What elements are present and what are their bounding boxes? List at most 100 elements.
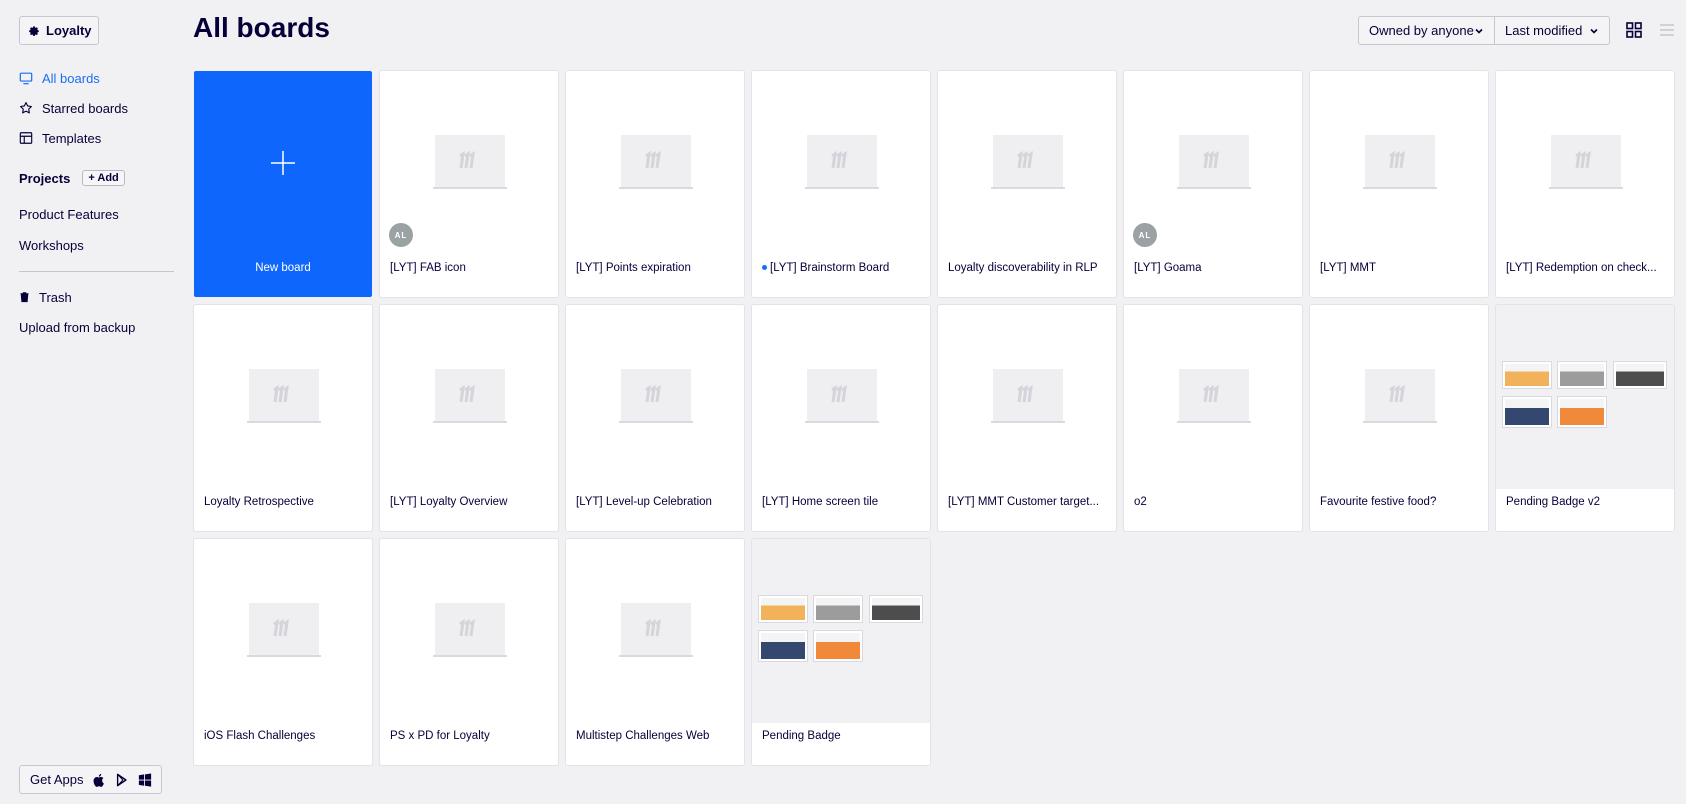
board-placeholder-icon <box>991 135 1065 189</box>
nav-templates[interactable]: Templates <box>19 123 128 153</box>
project-item[interactable]: Workshops <box>19 230 119 261</box>
board-title: [LYT] Brainstorm Board <box>762 262 920 274</box>
board-thumbnail <box>752 305 930 489</box>
preview-frame <box>1557 396 1607 428</box>
board-placeholder-icon <box>805 369 879 423</box>
board-thumbnail <box>380 539 558 723</box>
board-card[interactable]: [LYT] Points expiration <box>566 71 744 297</box>
avatar: AL <box>1133 223 1157 247</box>
preview-frame <box>1502 361 1552 389</box>
sidebar-divider <box>19 271 174 272</box>
board-title: [LYT] Loyalty Overview <box>390 496 548 508</box>
board-placeholder-icon <box>619 135 693 189</box>
preview-frame <box>813 630 863 662</box>
board-thumbnail <box>938 71 1116 255</box>
board-card[interactable]: Favourite festive food? <box>1310 305 1488 531</box>
board-title: Pending Badge v2 <box>1506 496 1664 508</box>
new-board-button[interactable]: New board <box>194 71 372 297</box>
board-card[interactable]: iOS Flash Challenges <box>194 539 372 765</box>
board-placeholder-icon <box>619 369 693 423</box>
board-placeholder-icon <box>1363 369 1437 423</box>
board-placeholder-icon <box>247 369 321 423</box>
preview-frame <box>813 595 863 623</box>
board-card[interactable]: [LYT] Brainstorm Board <box>752 71 930 297</box>
board-title: Multistep Challenges Web <box>576 730 734 742</box>
board-thumbnail <box>566 539 744 723</box>
board-title-text: [LYT] Loyalty Overview <box>390 496 508 508</box>
board-thumbnail <box>1310 71 1488 255</box>
project-item[interactable]: Product Features <box>19 199 119 230</box>
board-title: [LYT] Home screen tile <box>762 496 920 508</box>
board-thumbnail <box>380 305 558 489</box>
board-title-text: [LYT] Goama <box>1134 262 1202 274</box>
board-card[interactable]: [LYT] MMT Customer target... <box>938 305 1116 531</box>
nav-label: All boards <box>42 70 100 86</box>
board-placeholder-icon <box>1177 369 1251 423</box>
board-title: iOS Flash Challenges <box>204 730 362 742</box>
trash-icon <box>20 292 29 303</box>
board-title-text: o2 <box>1134 496 1147 508</box>
main-nav: All boards Starred boards Templates <box>19 63 128 153</box>
secondary-nav: Trash Upload from backup <box>19 282 135 342</box>
board-card[interactable]: [LYT] MMT <box>1310 71 1488 297</box>
board-title-text: Pending Badge v2 <box>1506 496 1600 508</box>
board-title: Favourite festive food? <box>1320 496 1478 508</box>
board-card[interactable]: Loyalty Retrospective <box>194 305 372 531</box>
board-title: Loyalty Retrospective <box>204 496 362 508</box>
board-card[interactable]: Multistep Challenges Web <box>566 539 744 765</box>
board-title-text: [LYT] MMT Customer target... <box>948 496 1100 508</box>
projects-label: Projects <box>19 170 71 186</box>
board-card[interactable]: PS x PD for Loyalty <box>380 539 558 765</box>
apple-icon <box>94 773 105 787</box>
nav-trash[interactable]: Trash <box>19 282 135 312</box>
board-title: Loyalty discoverability in RLP <box>948 262 1106 274</box>
board-title: [LYT] FAB icon <box>390 262 548 274</box>
board-card[interactable]: Pending Badge v2 <box>1496 305 1674 531</box>
board-card[interactable]: [LYT] Level-up Celebration <box>566 305 744 531</box>
sort-value: Last modified <box>1505 23 1583 38</box>
nav-starred-boards[interactable]: Starred boards <box>19 93 128 123</box>
team-switcher-button[interactable]: Loyalty <box>19 16 99 45</box>
board-card[interactable]: AL [LYT] Goama <box>1124 71 1302 297</box>
board-title-text: [LYT] Level-up Celebration <box>576 496 712 508</box>
board-placeholder-icon <box>805 135 879 189</box>
nav-label: Trash <box>39 289 72 305</box>
board-thumbnail <box>938 305 1116 489</box>
list-view-icon[interactable] <box>1659 22 1675 38</box>
board-card[interactable]: [LYT] Loyalty Overview <box>380 305 558 531</box>
board-card[interactable]: o2 <box>1124 305 1302 531</box>
board-title-text: New board <box>255 262 311 274</box>
board-title-text: [LYT] Redemption on check... <box>1506 262 1657 274</box>
owner-filter-dropdown[interactable]: Owned by anyone <box>1358 16 1495 45</box>
board-card[interactable]: [LYT] Home screen tile <box>752 305 930 531</box>
nav-all-boards[interactable]: All boards <box>19 63 128 93</box>
preview-frame <box>1557 361 1607 389</box>
board-placeholder-icon <box>619 603 693 657</box>
get-apps-label: Get Apps <box>30 772 84 787</box>
board-title: [LYT] MMT <box>1320 262 1478 274</box>
board-title-text: [LYT] MMT <box>1320 262 1377 274</box>
board-card[interactable]: Loyalty discoverability in RLP <box>938 71 1116 297</box>
nav-upload-backup[interactable]: Upload from backup <box>19 312 135 342</box>
nav-label: Upload from backup <box>19 319 136 335</box>
windows-icon <box>139 772 152 787</box>
grid-view-icon[interactable] <box>1626 22 1642 38</box>
preview-frame <box>1502 396 1552 428</box>
board-placeholder-icon <box>433 603 507 657</box>
avatar: AL <box>389 223 413 247</box>
board-card[interactable]: AL [LYT] FAB icon <box>380 71 558 297</box>
get-apps-button[interactable]: Get Apps <box>19 765 162 794</box>
board-grid: New board AL [LYT] FAB icon [LYT] Points ex… <box>194 71 1674 765</box>
board-title: [LYT] Points expiration <box>576 262 734 274</box>
board-thumbnail <box>194 305 372 489</box>
board-card[interactable]: Pending Badge <box>752 539 930 765</box>
sort-dropdown[interactable]: Last modified <box>1495 16 1610 45</box>
board-title-text: Favourite festive food? <box>1320 496 1437 508</box>
board-title-text: PS x PD for Loyalty <box>390 730 490 742</box>
board-card[interactable]: [LYT] Redemption on check... <box>1496 71 1674 297</box>
board-thumbnail <box>1310 305 1488 489</box>
owner-filter-value: Owned by anyone <box>1369 23 1474 38</box>
board-preview <box>1496 305 1674 489</box>
team-name: Loyalty <box>46 23 92 38</box>
add-project-button[interactable]: + Add <box>82 170 125 186</box>
